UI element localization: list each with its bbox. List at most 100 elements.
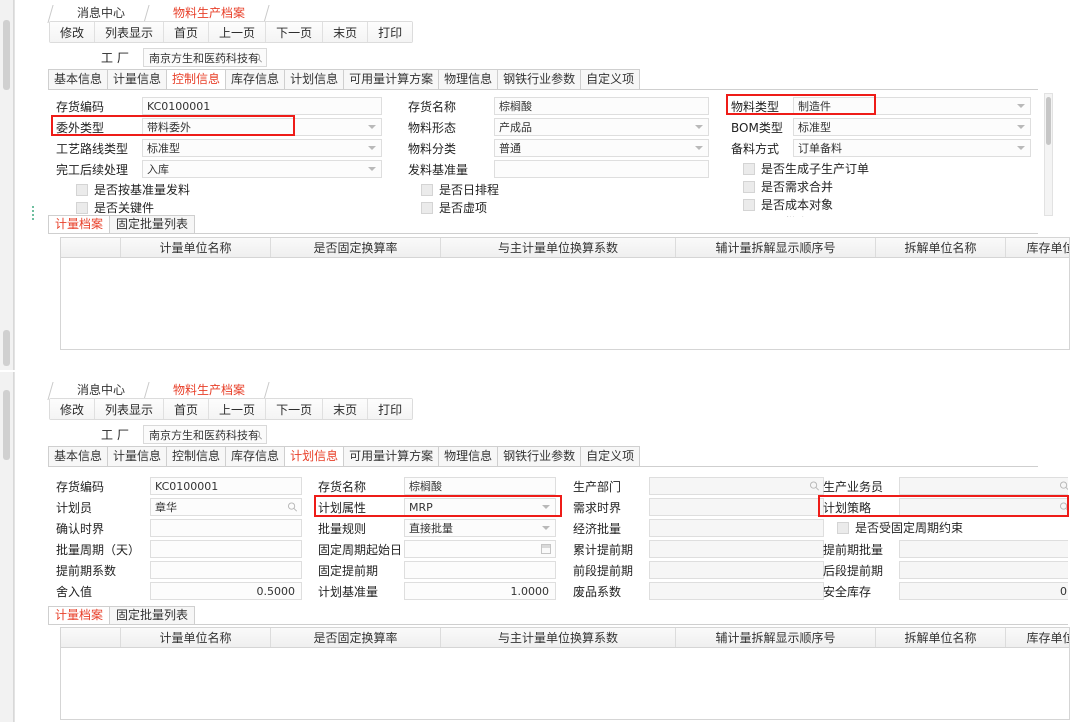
demand-fence-input[interactable] — [649, 498, 824, 516]
checkbox-row-phantom[interactable]: 是否虚项 — [421, 199, 487, 216]
grid-header-cell[interactable]: 与主计量单位换算系数 — [441, 238, 676, 257]
checkbox-row-cost-object[interactable]: 是否成本对象 — [743, 196, 833, 213]
material-form-select[interactable]: 产成品 — [494, 118, 709, 136]
inventory-code-input[interactable]: KC0100001 — [142, 97, 382, 115]
list-display-button-2[interactable]: 列表显示 — [95, 399, 165, 419]
tab-plan-info-2[interactable]: 计划信息 — [284, 446, 345, 466]
checkbox[interactable] — [743, 198, 755, 211]
previous-page-button[interactable]: 上一页 — [209, 22, 267, 42]
chevron-down-icon[interactable] — [368, 125, 376, 129]
inventory-name-input[interactable]: 棕榈酸 — [494, 97, 709, 115]
chevron-down-icon[interactable] — [1017, 125, 1025, 129]
cumulative-leadtime-input[interactable] — [649, 540, 824, 558]
bom-type-select[interactable]: 标准型 — [793, 118, 1031, 136]
sub-tab-measure-file-2[interactable]: 计量档案 — [48, 606, 111, 624]
chevron-down-icon[interactable] — [695, 125, 703, 129]
tab-steel-params[interactable]: 钢铁行业参数 — [497, 69, 582, 89]
chevron-down-icon[interactable] — [368, 167, 376, 171]
material-category-select[interactable]: 普通 — [494, 139, 709, 157]
tab-available-calc-2[interactable]: 可用量计算方案 — [343, 446, 440, 466]
production-dept-input[interactable] — [649, 477, 824, 495]
checkbox-row-demand-merge[interactable]: 是否需求合并 — [743, 178, 833, 195]
grid-header-cell[interactable]: 拆解单位名称 — [876, 238, 1006, 257]
scrap-factor-input[interactable] — [649, 582, 824, 600]
safety-stock-input[interactable]: 0 — [899, 582, 1068, 600]
checkbox-row-fixed-cycle-constraint[interactable]: 是否受固定周期约束 — [837, 519, 963, 536]
factory-input[interactable]: 南京方生和医药科技有 — [143, 48, 268, 67]
next-page-button-2[interactable]: 下一页 — [266, 399, 324, 419]
grid-header-cell[interactable]: 与主计量单位换算系数 — [441, 628, 676, 647]
grid-header-cell[interactable] — [61, 238, 121, 257]
checkbox-row-key-part[interactable]: 是否关键件 — [76, 199, 154, 216]
rail-scroll-thumb-3[interactable] — [3, 390, 10, 460]
plan-base-qty-input[interactable]: 1.0000 — [404, 582, 556, 600]
fixed-cycle-start-date[interactable] — [404, 540, 556, 558]
back-leadtime-input[interactable] — [899, 561, 1068, 579]
tab-available-calc[interactable]: 可用量计算方案 — [343, 69, 440, 89]
checkbox[interactable] — [743, 180, 755, 193]
sub-tab-measure-file[interactable]: 计量档案 — [48, 215, 111, 233]
tab-steel-params-2[interactable]: 钢铁行业参数 — [497, 446, 582, 466]
grid-header-cell[interactable]: 计量单位名称 — [121, 628, 271, 647]
chevron-down-icon[interactable] — [695, 146, 703, 150]
list-display-button[interactable]: 列表显示 — [95, 22, 165, 42]
production-clerk-input[interactable] — [899, 477, 1068, 495]
prep-method-select[interactable]: 订单备料 — [793, 139, 1031, 157]
rail-scroll-thumb[interactable] — [3, 20, 10, 90]
form-scrollbar[interactable] — [1044, 93, 1053, 216]
tab-control-info[interactable]: 控制信息 — [166, 69, 227, 89]
post-completion-select[interactable]: 入库 — [142, 160, 382, 178]
grid-header-cell[interactable]: 是否固定换算率 — [271, 238, 441, 257]
window-tab-message-center[interactable]: 消息中心 — [59, 3, 141, 23]
tab-control-info-2[interactable]: 控制信息 — [166, 446, 227, 466]
first-page-button[interactable]: 首页 — [164, 22, 210, 42]
rail-scroll-thumb-2[interactable] — [3, 330, 10, 366]
material-type-select[interactable]: 制造件 — [793, 97, 1031, 115]
form-scrollbar-thumb[interactable] — [1046, 97, 1051, 145]
print-button-2[interactable]: 打印 — [368, 399, 413, 419]
last-page-button[interactable]: 末页 — [323, 22, 369, 42]
chevron-down-icon[interactable] — [542, 526, 550, 530]
plan-attribute-select[interactable]: MRP — [404, 498, 556, 516]
modify-button-2[interactable]: 修改 — [50, 399, 96, 419]
checkbox-row-issue-by-base-qty[interactable]: 是否按基准量发料 — [76, 181, 190, 198]
plan-strategy-input[interactable] — [899, 498, 1068, 516]
routing-type-select[interactable]: 标准型 — [142, 139, 382, 157]
window-tab-message-center-2[interactable]: 消息中心 — [59, 380, 141, 400]
checkbox[interactable] — [76, 183, 88, 196]
tab-plan-info[interactable]: 计划信息 — [284, 69, 345, 89]
outsourcing-type-select[interactable]: 带料委外 — [142, 118, 382, 136]
tab-basic-info[interactable]: 基本信息 — [48, 69, 109, 89]
inventory-code-input-2[interactable]: KC0100001 — [150, 477, 302, 495]
tab-measure-info-2[interactable]: 计量信息 — [107, 446, 168, 466]
last-page-button-2[interactable]: 末页 — [323, 399, 369, 419]
grid-header-cell[interactable]: 计量单位名称 — [121, 238, 271, 257]
front-leadtime-input[interactable] — [649, 561, 824, 579]
factory-input-2[interactable]: 南京方生和医药科技有 — [143, 425, 268, 444]
tab-basic-info-2[interactable]: 基本信息 — [48, 446, 109, 466]
sub-tab-fixed-batch-list-2[interactable]: 固定批量列表 — [109, 606, 196, 624]
tab-measure-info[interactable]: 计量信息 — [107, 69, 168, 89]
leadtime-factor-input[interactable] — [150, 561, 302, 579]
confirm-fence-input[interactable] — [150, 519, 302, 537]
grid-header-cell[interactable]: 库存单位 — [1006, 238, 1069, 257]
chevron-down-icon[interactable] — [368, 146, 376, 150]
search-icon[interactable] — [1059, 502, 1068, 513]
search-icon[interactable] — [1059, 481, 1068, 492]
window-tab-material-production-file[interactable]: 物料生产档案 — [155, 3, 261, 23]
checkbox[interactable] — [743, 162, 755, 175]
sub-tab-fixed-batch-list[interactable]: 固定批量列表 — [109, 215, 196, 233]
checkbox[interactable] — [76, 201, 88, 214]
issue-base-qty-input[interactable] — [494, 160, 709, 178]
grid-header-cell[interactable] — [61, 628, 121, 647]
search-icon[interactable] — [809, 481, 820, 492]
previous-page-button-2[interactable]: 上一页 — [209, 399, 267, 419]
tab-inventory-info[interactable]: 库存信息 — [225, 69, 286, 89]
search-icon[interactable] — [252, 429, 263, 440]
calendar-icon[interactable] — [541, 544, 551, 554]
leadtime-batch-input[interactable] — [899, 540, 1068, 558]
checkbox[interactable] — [421, 201, 433, 214]
checkbox-row-daily-schedule[interactable]: 是否日排程 — [421, 181, 499, 198]
tab-inventory-info-2[interactable]: 库存信息 — [225, 446, 286, 466]
grid-header-cell[interactable]: 库存单位 — [1006, 628, 1069, 647]
